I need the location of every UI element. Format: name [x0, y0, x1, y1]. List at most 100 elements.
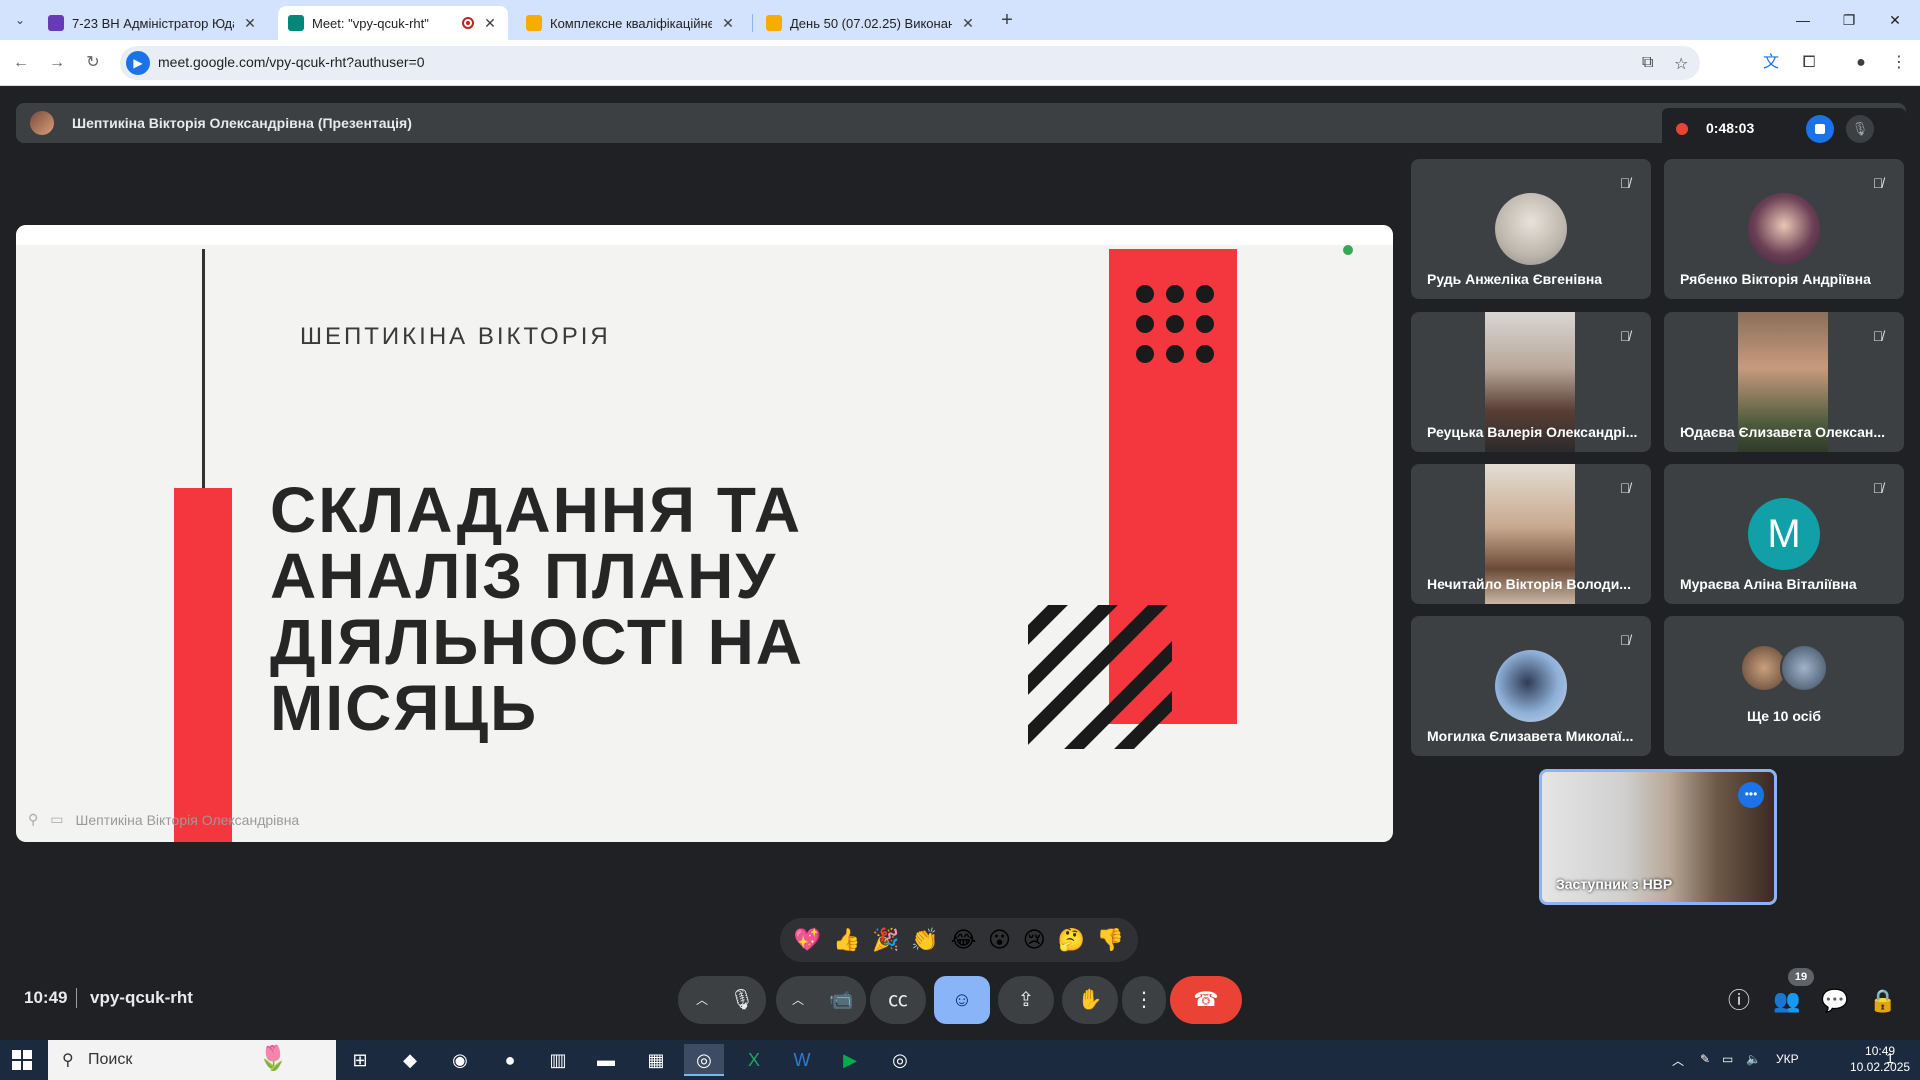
participant-tile[interactable]: 🎙̸ Рябенко Вікторія Андріївна	[1664, 159, 1904, 299]
captions-button[interactable]: ㏄	[870, 976, 926, 1024]
recording-dot-icon	[1676, 123, 1688, 135]
reaction-thumbs-up-icon[interactable]: 👍	[833, 927, 860, 953]
picture-in-picture-icon[interactable]: ▭	[50, 811, 63, 828]
emoji-button[interactable]: ☺	[934, 976, 990, 1024]
close-tab-icon[interactable]: ✕	[720, 15, 736, 32]
participant-name: Мураєва Аліна Віталіївна	[1680, 576, 1857, 592]
more-participants-avatars	[1740, 644, 1832, 694]
chrome-icon[interactable]: ◎	[684, 1044, 724, 1076]
recording-panel: 0:48:03 🎙	[1662, 108, 1906, 148]
restore-button[interactable]: ❐	[1826, 6, 1872, 34]
participant-avatar	[1495, 650, 1567, 722]
reaction-heart-icon[interactable]: 💖	[794, 927, 821, 953]
close-window-button[interactable]: ✕	[1872, 6, 1918, 34]
copilot-icon[interactable]: ◆	[390, 1044, 430, 1076]
reaction-thumbs-down-icon[interactable]: 👎	[1097, 927, 1124, 953]
tab-meet[interactable]: Meet: "vpy-qcuk-rht" ✕	[278, 6, 508, 40]
participant-tile[interactable]: 🎙̸ Реуцька Валерія Олександрі...	[1411, 312, 1651, 452]
new-tab-button[interactable]: +	[995, 8, 1019, 32]
minimize-button[interactable]: —	[1780, 6, 1826, 34]
participant-tile[interactable]: 🎙̸ Юдаєва Єлизавета Олексан...	[1664, 312, 1904, 452]
firefox-icon[interactable]: ●	[490, 1044, 530, 1076]
self-view-tile[interactable]: ••• Заступник з НВР	[1539, 769, 1777, 905]
task-view-icon[interactable]: ⊞	[340, 1044, 380, 1076]
url-text[interactable]: meet.google.com/vpy-qcuk-rht?authuser=0	[158, 54, 425, 70]
reaction-laugh-icon[interactable]: 😂	[951, 927, 977, 953]
reaction-sad-icon[interactable]: 😢	[1023, 927, 1046, 953]
tray-pen-icon[interactable]: ✎	[1700, 1052, 1710, 1066]
notifications-icon[interactable]: 1	[1880, 1050, 1900, 1070]
tab-day-50[interactable]: День 50 (07.02.25) Виконання ✕	[756, 6, 986, 40]
windows-start-button[interactable]	[12, 1050, 32, 1070]
tab-qualification[interactable]: Комплексне кваліфікаційне за ✕	[516, 6, 746, 40]
mic-off-icon[interactable]: 🎙	[1846, 115, 1874, 143]
word-icon[interactable]: W	[782, 1044, 822, 1076]
network-icon[interactable]: ▭	[1722, 1052, 1733, 1066]
mic-button[interactable]: 🎙	[718, 976, 766, 1024]
participant-avatar	[1748, 193, 1820, 265]
close-tab-icon[interactable]: ✕	[482, 15, 498, 32]
file-explorer-icon[interactable]: ▬	[586, 1044, 626, 1076]
language-indicator[interactable]: УКР	[1776, 1052, 1799, 1066]
close-tab-icon[interactable]: ✕	[960, 15, 976, 32]
volume-icon[interactable]: 🔈	[1746, 1052, 1761, 1066]
open-in-window-icon[interactable]: ⧉	[1642, 54, 1653, 72]
app-icon[interactable]: ▥	[538, 1044, 578, 1076]
participant-tile[interactable]: М 🎙̸ Мураєва Аліна Віталіївна	[1664, 464, 1904, 604]
address-bar[interactable]: ▶ meet.google.com/vpy-qcuk-rht?authuser=…	[120, 46, 1700, 80]
pin-icon[interactable]: ⚲	[28, 811, 38, 828]
back-button[interactable]: ←	[8, 50, 34, 76]
video-settings-chevron-up-icon[interactable]: ︿	[786, 988, 810, 1012]
edge-icon[interactable]: ◉	[440, 1044, 480, 1076]
forward-button[interactable]: →	[44, 50, 70, 76]
profile-avatar[interactable]: ●	[1848, 50, 1874, 76]
participant-name: Рудь Анжеліка Євгенівна	[1427, 271, 1603, 287]
reaction-clap-icon[interactable]: 👏	[911, 927, 938, 953]
meet-app-icon[interactable]: ▶	[830, 1044, 870, 1076]
recording-indicator-icon	[462, 17, 474, 29]
tray-chevron-up-icon[interactable]: ︿	[1672, 1052, 1684, 1069]
taskbar-search-box[interactable]: ⚲ Поиск 🌷	[48, 1040, 336, 1080]
participant-tile[interactable]: 🎙̸ Рудь Анжеліка Євгенівна	[1411, 159, 1651, 299]
tab-classroom-admin[interactable]: 7-23 ВН Адміністратор Юдаєва ✕	[38, 6, 268, 40]
extensions-icon[interactable]: ⧠	[1796, 50, 1822, 76]
more-options-button[interactable]: ⋮	[1122, 976, 1166, 1024]
browser-menu-icon[interactable]: ⋮	[1886, 50, 1912, 76]
reactions-bar: 💖 👍 🎉 👏 😂 😮 😢 🤔 👎	[780, 918, 1138, 962]
participant-name: Реуцька Валерія Олександрі...	[1427, 424, 1638, 440]
translate-icon[interactable]: 文	[1758, 50, 1784, 76]
people-icon[interactable]: 👥	[1772, 986, 1802, 1016]
reaction-surprised-icon[interactable]: 😮	[988, 927, 1011, 953]
slide-title-line: СКЛАДАННЯ ТА	[270, 474, 803, 546]
meet-icon	[288, 15, 304, 31]
raise-hand-button[interactable]: ✋	[1062, 976, 1118, 1024]
close-tab-icon[interactable]: ✕	[242, 15, 258, 32]
participant-tile[interactable]: 🎙̸ Нечитайло Вікторія Володи...	[1411, 464, 1651, 604]
tab-search-icon[interactable]: ⌄	[8, 8, 32, 32]
store-icon[interactable]: ▦	[636, 1044, 676, 1076]
stop-recording-button[interactable]	[1806, 115, 1834, 143]
tab-separator	[752, 14, 753, 32]
participant-tile[interactable]: 🎙̸ Могилка Єлизавета Миколаї...	[1411, 616, 1651, 756]
chrome-profile-icon[interactable]: ◎	[880, 1044, 920, 1076]
chat-icon[interactable]: 💬	[1820, 986, 1850, 1016]
reload-button[interactable]: ↻	[80, 50, 106, 76]
slide-red-bar-left	[174, 488, 232, 842]
excel-icon[interactable]: X	[734, 1044, 774, 1076]
reaction-party-icon[interactable]: 🎉	[872, 927, 899, 953]
mic-off-icon: 🎙̸	[1872, 480, 1884, 496]
meeting-info-icon[interactable]: ⓘ	[1724, 986, 1754, 1016]
self-tile-more-button[interactable]: •••	[1738, 782, 1764, 808]
more-participants-tile[interactable]: Ще 10 осіб	[1664, 616, 1904, 756]
bookmark-star-icon[interactable]: ☆	[1674, 54, 1688, 74]
present-button[interactable]: ⇪	[998, 976, 1054, 1024]
host-controls-icon[interactable]: 🔒	[1868, 986, 1898, 1016]
leave-call-button[interactable]: ☎	[1170, 976, 1242, 1024]
site-info-icon[interactable]: ▶	[126, 51, 150, 75]
mic-off-icon: 🎙̸	[1619, 175, 1631, 191]
search-placeholder: Поиск	[88, 1051, 133, 1068]
audio-settings-chevron-up-icon[interactable]: ︿	[690, 988, 714, 1012]
slide-stripes-pattern	[1028, 605, 1172, 749]
reaction-thinking-icon[interactable]: 🤔	[1057, 927, 1084, 953]
camera-button[interactable]: 📹	[816, 976, 866, 1024]
